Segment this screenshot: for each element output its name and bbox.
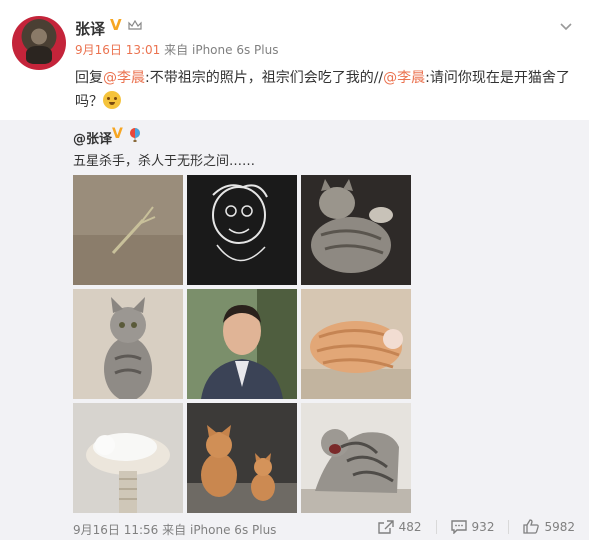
- image-two-orange-cats[interactable]: [187, 403, 297, 513]
- verified-icon: V: [112, 126, 123, 142]
- source-prefix: 来自: [162, 523, 187, 537]
- repost-text: 五星杀手，杀人于无形之间……: [73, 154, 256, 169]
- author-name[interactable]: 张译: [75, 18, 105, 39]
- divider: [508, 519, 510, 534]
- repost-button[interactable]: 482: [377, 519, 422, 534]
- image-tabby-cat-sitting[interactable]: [73, 289, 183, 399]
- comment-icon: [450, 519, 467, 534]
- image-caricature[interactable]: [187, 175, 297, 285]
- smile-emoji-icon: [103, 91, 121, 109]
- post-time[interactable]: 13:01: [126, 43, 161, 57]
- mention-link[interactable]: @李晨: [103, 70, 145, 86]
- image-mantis[interactable]: [73, 175, 183, 285]
- image-white-cat-bed[interactable]: [73, 403, 183, 513]
- thumbs-up-icon: [523, 519, 540, 534]
- crown-icon: [128, 20, 142, 30]
- repost-source[interactable]: iPhone 6s Plus: [190, 523, 276, 537]
- like-count: 5982: [544, 519, 575, 534]
- post-date[interactable]: 9月16日: [75, 43, 122, 57]
- verified-icon: V: [110, 16, 122, 34]
- avatar[interactable]: [12, 16, 66, 70]
- repost-count: 482: [398, 519, 422, 534]
- post-source[interactable]: iPhone 6s Plus: [192, 43, 278, 57]
- divider: [435, 519, 437, 534]
- repost-meta: 9月16日 11:56 来自 iPhone 6s Plus: [73, 521, 276, 538]
- image-tabby-cat-lying[interactable]: [301, 175, 411, 285]
- repost-author[interactable]: @张译: [73, 128, 112, 147]
- image-orange-cat-sleeping[interactable]: [301, 289, 411, 399]
- chevron-down-icon[interactable]: [558, 18, 574, 34]
- like-button[interactable]: 5982: [523, 519, 575, 534]
- post-content: 回复@李晨:不带祖宗的照片，祖宗们会吃了我的//@李晨:请问你现在是开猫舍了吗？: [75, 66, 575, 114]
- reply-label: 回复: [75, 70, 103, 86]
- mention-link[interactable]: @李晨: [383, 70, 425, 86]
- image-man-portrait[interactable]: [187, 289, 297, 399]
- source-prefix: 来自: [164, 43, 189, 57]
- image-tabby-cat-hissing[interactable]: [301, 403, 411, 513]
- repost-date[interactable]: 9月16日 11:56: [73, 523, 158, 537]
- post-meta: 9月16日 13:01 来自 iPhone 6s Plus: [75, 41, 278, 58]
- repost-icon: [377, 519, 394, 534]
- post-text: :不带祖宗的照片，祖宗们会吃了我的//: [145, 70, 384, 86]
- action-bar: 482 932 5982: [364, 519, 575, 534]
- balloon-icon: [130, 128, 140, 142]
- comment-count: 932: [471, 519, 495, 534]
- comment-button[interactable]: 932: [450, 519, 495, 534]
- repost-card[interactable]: @张译 V 五星杀手，杀人于无形之间…… 9月16日 11:56 来自 iPho…: [0, 120, 589, 540]
